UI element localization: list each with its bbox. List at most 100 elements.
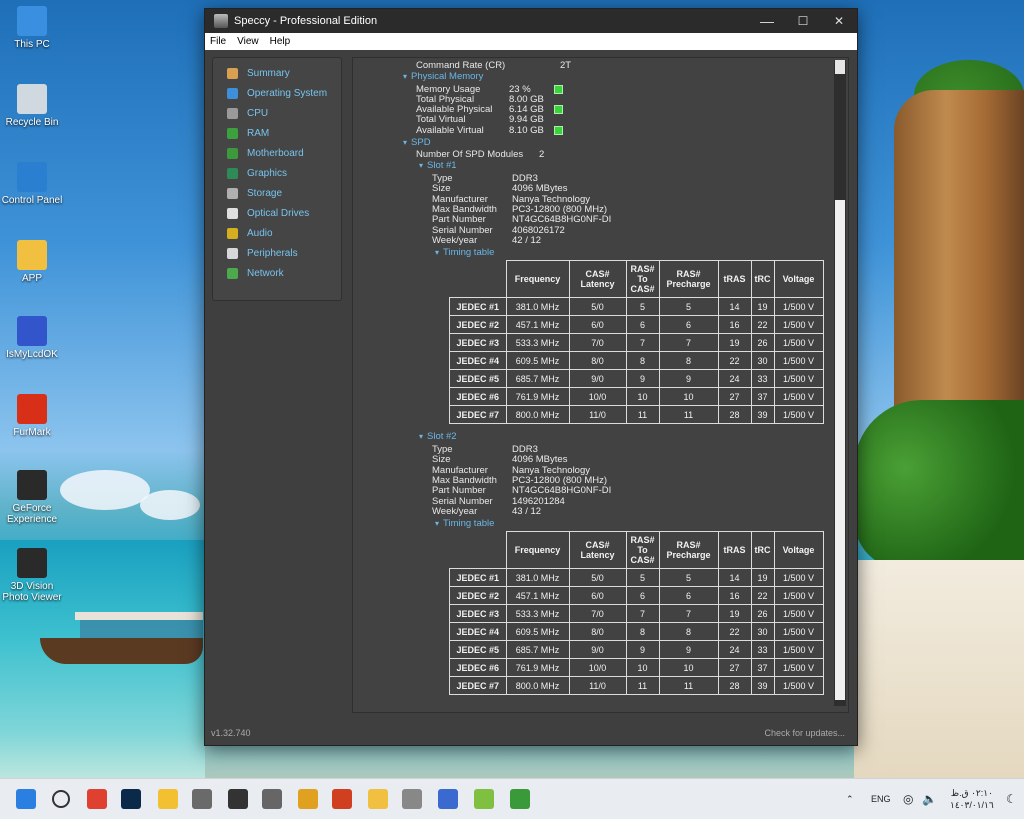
desktop-icon-label: FurMark: [13, 427, 51, 438]
wallpaper-boat: [40, 612, 203, 664]
column-header: Voltage: [773, 531, 824, 569]
sidebar-item-summary[interactable]: Summary: [213, 63, 341, 83]
table-cell: 6: [658, 315, 719, 334]
property-value: 8.10 GB: [509, 125, 544, 136]
table-row: JEDEC #3 533.3 MHz 7/0 7 7 19 26 1/500 V: [449, 333, 824, 352]
3d-vision-photo-viewer-icon: [17, 548, 47, 578]
table-cell: 33: [750, 369, 775, 388]
column-header: CAS# Latency: [568, 531, 627, 569]
sidebar: Summary Operating System CPU RAM Motherboard…: [212, 57, 342, 301]
property-label: Number Of SPD Modules: [416, 149, 524, 160]
desktop-icon-control-panel[interactable]: Control Panel: [0, 162, 64, 206]
taskbar-money-icon[interactable]: [510, 789, 530, 809]
scrollbar-up-arrow[interactable]: [835, 60, 845, 74]
taskbar-files-icon[interactable]: [368, 789, 388, 809]
column-header: RAS# Precharge: [658, 260, 719, 298]
table-row: JEDEC #3 533.3 MHz 7/0 7 7 19 26 1/500 V: [449, 604, 824, 623]
title-bar[interactable]: Speccy - Professional Edition — ☐ ✕: [205, 9, 857, 33]
table-cell: 533.3 MHz: [505, 333, 570, 352]
volume-icon[interactable]: 🔈: [922, 779, 937, 819]
menu-help[interactable]: Help: [270, 36, 291, 47]
sidebar-item-operating-system[interactable]: Operating System: [213, 83, 341, 103]
desktop-icon-label: GeForce Experience: [6, 503, 58, 525]
desktop-icon-furmark[interactable]: FurMark: [0, 394, 64, 438]
night-light-icon[interactable]: ☾: [1006, 779, 1017, 819]
row-header: JEDEC #2: [449, 586, 507, 605]
sidebar-item-network[interactable]: Network: [213, 263, 341, 283]
table-cell: 16: [717, 586, 752, 605]
table-cell: 5: [625, 568, 660, 587]
table-row: JEDEC #7 800.0 MHz 11/0 11 11 28 39 1/500 V: [449, 405, 824, 424]
taskbar-pen-icon[interactable]: [474, 789, 494, 809]
desktop-icon-label: 3D Vision Photo Viewer: [2, 581, 62, 603]
desktop-icon-geforce-experience[interactable]: GeForce Experience: [0, 470, 64, 525]
section-timing-table[interactable]: Timing table: [435, 247, 494, 258]
language-indicator[interactable]: ENG: [871, 779, 891, 819]
clock-date: ١٤٠٣/٠١/١٦: [950, 800, 994, 810]
table-cell: 26: [750, 604, 775, 623]
section-spd[interactable]: SPD: [403, 137, 431, 148]
taskbar-chrome-icon[interactable]: [87, 789, 107, 809]
table-cell: 9/0: [568, 369, 627, 388]
desktop-icon-recycle-bin[interactable]: Recycle Bin: [0, 84, 64, 128]
taskbar-calculator-icon[interactable]: [192, 789, 212, 809]
row-header: JEDEC #1: [449, 568, 507, 587]
sidebar-item-cpu[interactable]: CPU: [213, 103, 341, 123]
vertical-scrollbar[interactable]: [834, 60, 846, 706]
taskbar-monitor-icon[interactable]: [438, 789, 458, 809]
section-slot-2[interactable]: Slot #2: [419, 431, 457, 442]
table-cell: 11: [658, 676, 719, 695]
taskbar-photoshop-icon[interactable]: [121, 789, 141, 809]
desktop-icon-3d-vision-photo-viewer[interactable]: 3D Vision Photo Viewer: [0, 548, 64, 603]
row-header: JEDEC #4: [449, 622, 507, 641]
row-header: JEDEC #6: [449, 658, 507, 677]
menu-file[interactable]: File: [210, 36, 226, 47]
table-cell: 14: [717, 568, 752, 587]
section-timing-table[interactable]: Timing table: [435, 518, 494, 529]
taskbar-start-icon[interactable]: [16, 789, 36, 809]
close-button[interactable]: ✕: [821, 9, 857, 33]
taskbar-search-icon[interactable]: [52, 790, 70, 808]
table-cell: 16: [717, 315, 752, 334]
table-row: JEDEC #1 381.0 MHz 5/0 5 5 14 19 1/500 V: [449, 568, 824, 587]
table-cell: 14: [717, 297, 752, 316]
sidebar-item-optical-drives[interactable]: Optical Drives: [213, 203, 341, 223]
network-icon[interactable]: ◎: [903, 779, 913, 819]
sidebar-item-motherboard[interactable]: Motherboard: [213, 143, 341, 163]
taskbar-notes-icon[interactable]: [158, 789, 178, 809]
clock[interactable]: ٠٢:١٠ ق.ظ ١٤٠٣/٠١/١٦: [950, 779, 994, 819]
table-cell: 10: [625, 387, 660, 406]
sidebar-item-storage[interactable]: Storage: [213, 183, 341, 203]
sidebar-item-graphics[interactable]: Graphics: [213, 163, 341, 183]
check-updates-link[interactable]: Check for updates...: [764, 728, 845, 738]
table-cell: 7: [625, 604, 660, 623]
sidebar-item-audio[interactable]: Audio: [213, 223, 341, 243]
scrollbar-thumb[interactable]: [835, 200, 845, 700]
sidebar-item-peripherals[interactable]: Peripherals: [213, 243, 341, 263]
taskbar: ⌃ ENG ◎ 🔈 ٠٢:١٠ ق.ظ ١٤٠٣/٠١/١٦ ☾: [0, 778, 1024, 819]
desktop-icon-this-pc[interactable]: This PC: [0, 6, 64, 50]
clock-time: ٠٢:١٠ ق.ظ: [950, 788, 993, 798]
section-physical-memory[interactable]: Physical Memory: [403, 71, 483, 82]
table-cell: 11/0: [568, 676, 627, 695]
desktop-icon-ismylcdok[interactable]: IsMyLcdOK: [0, 316, 64, 360]
tray-chevron-icon[interactable]: ⌃: [846, 779, 854, 819]
table-row: JEDEC #7 800.0 MHz 11/0 11 11 28 39 1/500 V: [449, 676, 824, 695]
sidebar-item-ram[interactable]: RAM: [213, 123, 341, 143]
taskbar-store-icon[interactable]: [228, 789, 248, 809]
app-folder-icon: [17, 240, 47, 270]
table-row: JEDEC #5 685.7 MHz 9/0 9 9 24 33 1/500 V: [449, 369, 824, 388]
maximize-button[interactable]: ☐: [785, 9, 821, 33]
taskbar-tool-icon[interactable]: [332, 789, 352, 809]
taskbar-speccy-icon[interactable]: [262, 789, 282, 809]
property-value: 43 / 12: [512, 505, 542, 517]
table-cell: 1/500 V: [773, 658, 824, 677]
taskbar-drive-icon[interactable]: [402, 789, 422, 809]
menu-view[interactable]: View: [237, 36, 259, 47]
minimize-button[interactable]: —: [749, 9, 785, 33]
desktop-icon-app-folder[interactable]: APP: [0, 240, 64, 284]
taskbar-paint-icon[interactable]: [298, 789, 318, 809]
furmark-icon: [17, 394, 47, 424]
section-slot-1[interactable]: Slot #1: [419, 160, 457, 171]
details-panel[interactable]: Command Rate (CR)2TPhysical MemoryMemory…: [352, 57, 849, 713]
